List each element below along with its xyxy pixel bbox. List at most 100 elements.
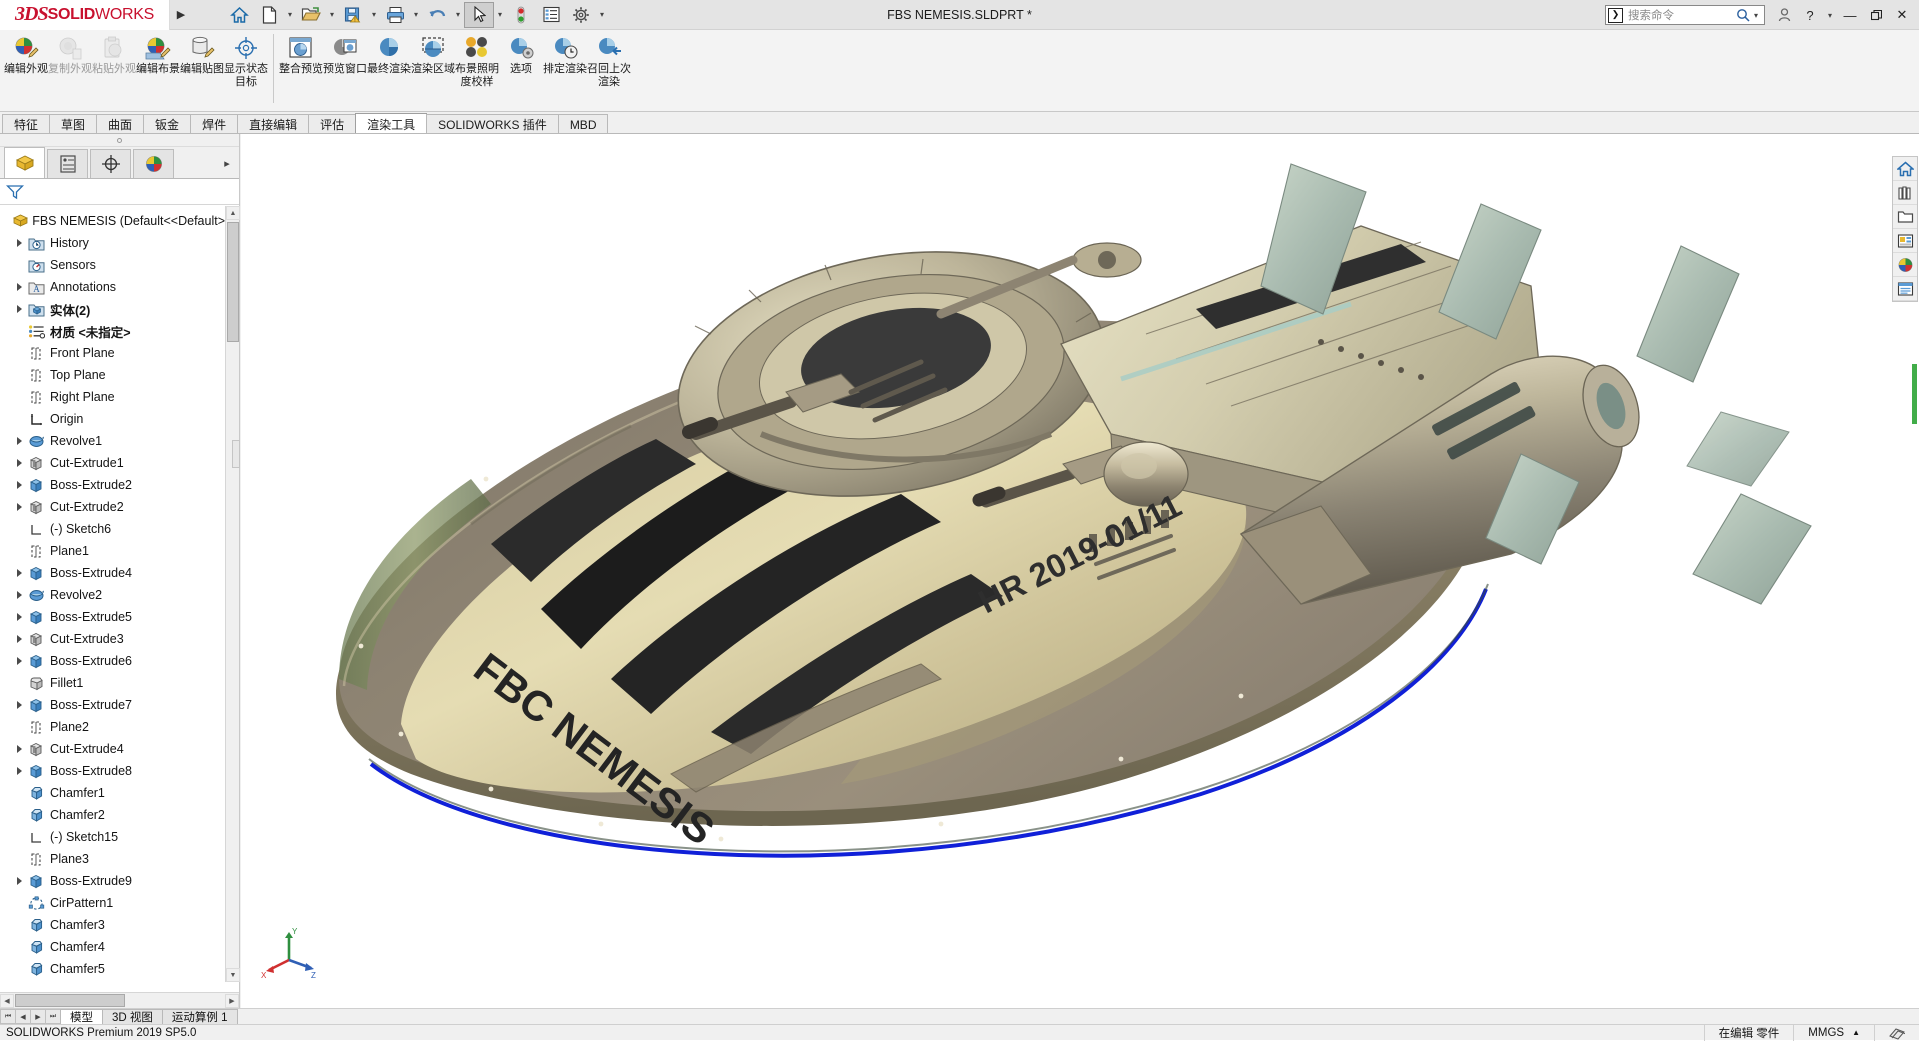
- search-dropdown-icon[interactable]: ▾: [1750, 11, 1762, 20]
- open-document-dropdown-icon[interactable]: ▾: [326, 10, 338, 19]
- undo-icon[interactable]: [422, 2, 452, 28]
- feature-tree-item[interactable]: Front Plane: [0, 342, 225, 364]
- expand-arrow-icon[interactable]: [13, 305, 26, 313]
- render-region-button[interactable]: 渲染区域: [411, 30, 455, 106]
- viewport-vscroll[interactable]: [1910, 364, 1919, 614]
- scene-illumination-proof-button[interactable]: 布景照明度校样: [455, 30, 499, 106]
- settings-dropdown-icon[interactable]: ▾: [596, 10, 608, 19]
- panel-collapse-grip[interactable]: [0, 134, 239, 147]
- feature-tree-item[interactable]: 实体(2): [0, 298, 225, 320]
- property-manager-tab[interactable]: [47, 149, 88, 178]
- preview-window-button[interactable]: 预览窗口: [323, 30, 367, 106]
- expand-arrow-icon[interactable]: [13, 437, 26, 445]
- print-icon[interactable]: [380, 2, 410, 28]
- feature-tree-item[interactable]: History: [0, 232, 225, 254]
- feature-tree-item[interactable]: Boss-Extrude8: [0, 760, 225, 782]
- expand-arrow-icon[interactable]: [13, 701, 26, 709]
- recall-last-render-button[interactable]: 召回上次渲染: [587, 30, 631, 106]
- tab-model[interactable]: 模型: [60, 1009, 103, 1024]
- select-cursor-icon[interactable]: [464, 1, 494, 28]
- tab-sketch[interactable]: 草图: [49, 114, 98, 134]
- next-config-button[interactable]: ▶: [30, 1009, 46, 1024]
- vscroll-thumb[interactable]: [227, 222, 239, 342]
- tab-solidworks-addins[interactable]: SOLIDWORKS 插件: [426, 114, 559, 134]
- display-manager-tab[interactable]: [133, 149, 174, 178]
- final-render-button[interactable]: 最终渲染: [367, 30, 411, 106]
- feature-tree-item[interactable]: Boss-Extrude7: [0, 694, 225, 716]
- feature-tree-root[interactable]: FBS NEMESIS (Default<<Default>: [0, 210, 225, 232]
- feature-tree-item[interactable]: Right Plane: [0, 386, 225, 408]
- expand-arrow-icon[interactable]: [13, 569, 26, 577]
- feature-tree-item[interactable]: Chamfer1: [0, 782, 225, 804]
- feature-tree-item[interactable]: Cut-Extrude4: [0, 738, 225, 760]
- options-button[interactable]: 选项: [499, 30, 543, 106]
- feature-tree-item[interactable]: Boss-Extrude2: [0, 474, 225, 496]
- tab-mbd[interactable]: MBD: [557, 114, 609, 134]
- feature-tree-item[interactable]: Cut-Extrude3: [0, 628, 225, 650]
- units-selector[interactable]: MMGS ▲: [1793, 1024, 1874, 1041]
- save-icon[interactable]: !: [338, 2, 368, 28]
- search-command-box[interactable]: ❯ 搜索命令 ▾: [1605, 5, 1765, 25]
- select-dropdown-icon[interactable]: ▾: [494, 10, 506, 19]
- starship-3d-model[interactable]: FBC NEMESIS HR 2019-01/11: [241, 134, 1919, 1008]
- edit-decal-button[interactable]: 编辑贴图: [180, 30, 224, 106]
- graphics-viewport[interactable]: ▾ ▾ ▾ ▾ ▾ – □: [241, 134, 1919, 1008]
- paste-appearance-button[interactable]: 粘贴外观: [92, 30, 136, 106]
- feature-tree-item[interactable]: Chamfer5: [0, 958, 225, 980]
- save-dropdown-icon[interactable]: ▾: [368, 10, 380, 19]
- units-caret-icon[interactable]: ▲: [1852, 1028, 1860, 1037]
- feature-tree-item[interactable]: Top Plane: [0, 364, 225, 386]
- file-explorer-icon[interactable]: [1893, 205, 1917, 229]
- expand-arrow-icon[interactable]: [13, 481, 26, 489]
- edit-appearance-button[interactable]: 编辑外观: [4, 30, 48, 106]
- feature-tree-item[interactable]: Boss-Extrude6: [0, 650, 225, 672]
- scroll-left-button[interactable]: ◀: [0, 993, 14, 1008]
- undo-dropdown-icon[interactable]: ▾: [452, 10, 464, 19]
- feature-tree-hscrollbar[interactable]: ◀ ▶: [0, 992, 239, 1008]
- feature-tree-item[interactable]: A Annotations: [0, 276, 225, 298]
- feature-tree-item[interactable]: Plane1: [0, 540, 225, 562]
- expand-arrow-icon[interactable]: [13, 767, 26, 775]
- expand-arrow-icon[interactable]: [13, 635, 26, 643]
- search-input[interactable]: 搜索命令: [1623, 7, 1736, 23]
- feature-tree-item[interactable]: (-) Sketch6: [0, 518, 225, 540]
- edit-scene-button[interactable]: 编辑布景: [136, 30, 180, 106]
- feature-tree-item[interactable]: Revolve1: [0, 430, 225, 452]
- last-config-button[interactable]: ⏭: [45, 1009, 61, 1024]
- scroll-up-button[interactable]: ▲: [226, 206, 240, 220]
- expand-arrow-icon[interactable]: [13, 613, 26, 621]
- feature-tree[interactable]: FBS NEMESIS (Default<<Default> History Se…: [0, 206, 225, 982]
- scroll-down-button[interactable]: ▼: [226, 968, 240, 982]
- viewport-vscroll-thumb[interactable]: [1912, 364, 1917, 424]
- feature-tree-item[interactable]: Boss-Extrude9: [0, 870, 225, 892]
- home-icon[interactable]: [224, 2, 254, 28]
- design-library-icon[interactable]: [1893, 181, 1917, 205]
- help-dropdown-icon[interactable]: ▾: [1823, 1, 1837, 29]
- tab-sheetmetal[interactable]: 钣金: [143, 114, 192, 134]
- rebuild-icon[interactable]: [506, 2, 536, 28]
- feature-tree-item[interactable]: Origin: [0, 408, 225, 430]
- feature-tree-filter[interactable]: [0, 179, 239, 205]
- feature-tree-item[interactable]: Chamfer3: [0, 914, 225, 936]
- tab-motion-study[interactable]: 运动算例 1: [161, 1009, 238, 1024]
- first-config-button[interactable]: ⏮: [0, 1009, 16, 1024]
- tab-evaluate[interactable]: 评估: [308, 114, 357, 134]
- expand-arrow-icon[interactable]: [13, 239, 26, 247]
- panel-expand-chevron[interactable]: ▸: [217, 149, 237, 178]
- tab-weldments[interactable]: 焊件: [190, 114, 239, 134]
- expand-arrow-icon[interactable]: [13, 283, 26, 291]
- copy-appearance-button[interactable]: 复制外观: [48, 30, 92, 106]
- tab-surfaces[interactable]: 曲面: [96, 114, 145, 134]
- display-state-target-button[interactable]: 显示状态目标: [224, 30, 268, 106]
- new-document-dropdown-icon[interactable]: ▾: [284, 10, 296, 19]
- expand-arrow-icon[interactable]: [13, 459, 26, 467]
- expand-arrow-icon[interactable]: [13, 877, 26, 885]
- expand-arrow-icon[interactable]: [13, 745, 26, 753]
- scroll-right-button[interactable]: ▶: [225, 993, 239, 1008]
- view-palette-icon[interactable]: [1893, 229, 1917, 253]
- tab-direct-editing[interactable]: 直接编辑: [237, 114, 310, 134]
- feature-tree-item[interactable]: 材质 <未指定>: [0, 320, 225, 342]
- custom-properties-icon[interactable]: [1893, 277, 1917, 301]
- settings-gear-icon[interactable]: [566, 2, 596, 28]
- restore-button[interactable]: [1863, 1, 1889, 29]
